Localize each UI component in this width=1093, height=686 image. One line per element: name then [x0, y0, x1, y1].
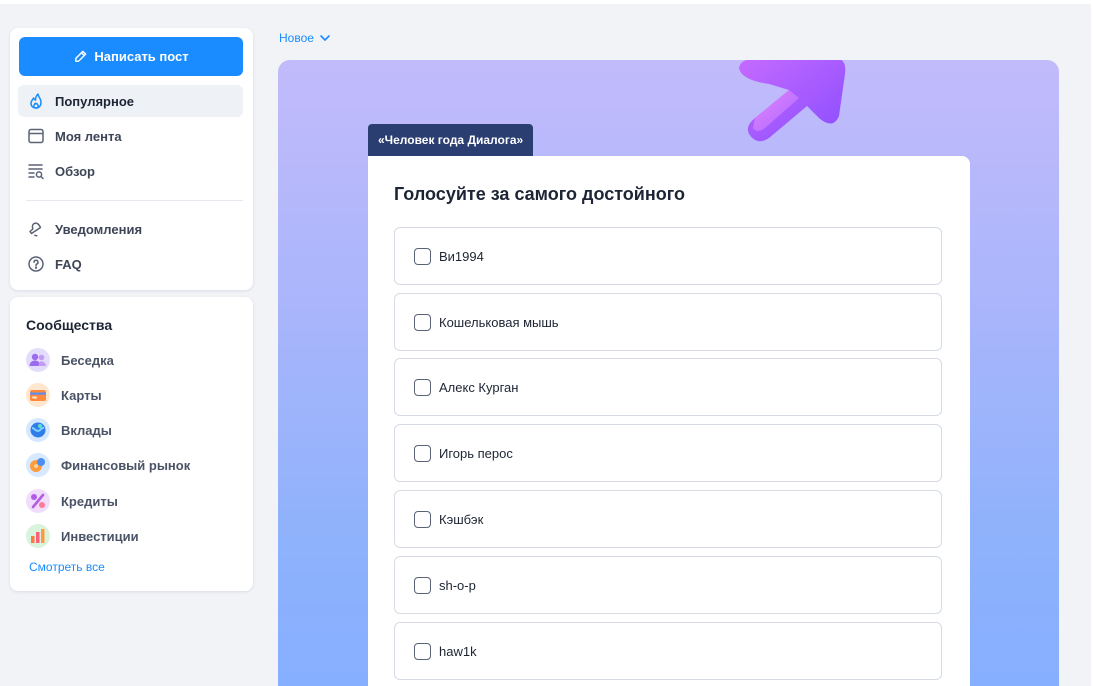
chart-icon	[26, 524, 50, 548]
community-label: Кредиты	[61, 493, 118, 509]
community-label: Инвестиции	[61, 528, 139, 544]
community-deposits[interactable]: Вклады	[26, 416, 112, 444]
fire-icon	[26, 91, 46, 111]
poll-option[interactable]: Ви1994	[394, 227, 942, 285]
percent-icon	[26, 489, 50, 513]
sidebar-item-label: Популярное	[55, 93, 135, 109]
community-investments[interactable]: Инвестиции	[26, 522, 139, 550]
community-label: Карты	[61, 387, 102, 403]
checkbox[interactable]	[414, 247, 431, 265]
pencil-icon	[75, 50, 87, 62]
chevron-down-icon	[320, 35, 330, 41]
people-icon	[26, 348, 50, 372]
bell-icon	[26, 219, 46, 239]
sort-dropdown[interactable]: Новое	[279, 30, 331, 46]
sidebar-item-my-feed[interactable]: Моя лента	[18, 120, 243, 152]
poll-option[interactable]: sh-o-p	[394, 556, 942, 614]
globe-icon	[26, 418, 50, 442]
sidebar-item-notifications[interactable]: Уведомления	[18, 213, 243, 245]
write-post-label: Написать пост	[94, 49, 189, 64]
poll-option-label: Кошельковая мышь	[439, 314, 559, 330]
sidebar-divider	[26, 200, 243, 201]
poll-option[interactable]: Алекс Курган	[394, 358, 942, 416]
sidebar-item-label: Моя лента	[55, 128, 122, 144]
question-icon	[26, 254, 46, 274]
checkbox[interactable]	[414, 576, 431, 594]
poll-banner: «Человек года Диалога» Голосуйте за само…	[278, 60, 1059, 686]
poll-option[interactable]: Кэшбэк	[394, 490, 942, 548]
checkbox[interactable]	[414, 313, 431, 331]
sidebar-item-overview[interactable]: Обзор	[18, 155, 243, 187]
sidebar-item-popular[interactable]: Популярное	[18, 85, 243, 117]
sidebar-item-label: Обзор	[55, 163, 95, 179]
community-label: Финансовый рынок	[61, 457, 191, 473]
checkbox[interactable]	[414, 510, 431, 528]
poll-option[interactable]: Кошельковая мышь	[394, 293, 942, 351]
sort-label: Новое	[279, 31, 314, 45]
poll-card: Голосуйте за самого достойного Ви1994 Ко…	[368, 156, 970, 686]
communities-title: Сообщества	[26, 317, 113, 333]
poll-option-label: Алекс Курган	[439, 379, 519, 395]
checkbox[interactable]	[414, 378, 431, 396]
poll-option-label: Ви1994	[439, 248, 484, 264]
poll-tag: «Человек года Диалога»	[368, 124, 534, 156]
community-credits[interactable]: Кредиты	[26, 487, 118, 515]
sidebar-item-label: Уведомления	[55, 221, 143, 237]
feed-icon	[26, 126, 46, 146]
card-icon	[26, 383, 50, 407]
poll-option-label: sh-o-p	[439, 577, 476, 593]
community-beseda[interactable]: Беседка	[26, 346, 114, 374]
sidebar-nav: Написать пост Популярное Моя лента Обзор	[10, 28, 253, 290]
market-icon	[26, 453, 50, 477]
sidebar-item-faq[interactable]: FAQ	[18, 248, 243, 280]
community-finance-market[interactable]: Финансовый рынок	[26, 451, 190, 479]
communities-panel: Сообщества Беседка Карты Вклады Финансов…	[10, 297, 253, 591]
search-list-icon	[26, 161, 46, 181]
community-label: Вклады	[61, 422, 112, 438]
poll-option[interactable]: haw1k	[394, 622, 942, 680]
poll-title: Голосуйте за самого достойного	[394, 184, 685, 204]
poll-option-label: haw1k	[439, 643, 477, 659]
top-bar	[0, 0, 1093, 4]
sidebar-item-label: FAQ	[55, 256, 82, 272]
arrow-decoration-icon	[739, 60, 846, 142]
checkbox[interactable]	[414, 642, 431, 660]
poll-option[interactable]: Игорь перос	[394, 424, 942, 482]
poll-option-label: Кэшбэк	[439, 511, 484, 527]
community-cards[interactable]: Карты	[26, 381, 102, 409]
community-label: Беседка	[61, 352, 114, 368]
checkbox[interactable]	[414, 444, 431, 462]
write-post-button[interactable]: Написать пост	[19, 37, 243, 76]
see-all-communities-link[interactable]: Смотреть все	[29, 560, 105, 574]
poll-option-label: Игорь перос	[439, 445, 513, 461]
